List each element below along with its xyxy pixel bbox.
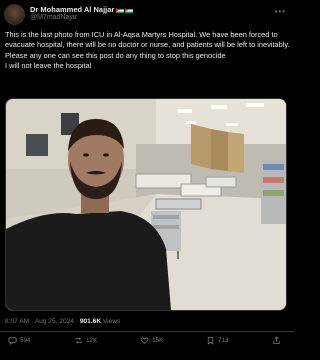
tweet-text: This is the last photo from ICU in Al-Aq… [5,30,290,70]
avatar[interactable] [4,3,25,25]
tweet-time[interactable]: 8:07 AM [5,318,29,325]
divider [0,331,294,332]
reply-icon [8,337,17,345]
share-button[interactable] [272,336,281,345]
bookmark-button[interactable]: 713 [206,336,229,345]
author-names: Dr Mohammed Al Najjar @M7madNajar [30,6,134,22]
share-icon [273,336,280,345]
repost-count: 12K [86,337,98,344]
tweet-card: Dr Mohammed Al Najjar @M7madNajar ••• Th… [0,0,294,360]
icu-photo-illustration [6,99,286,310]
author-display-name-text[interactable]: Dr Mohammed Al Najjar [30,6,114,14]
bookmark-count: 713 [218,337,229,344]
author-display-name[interactable]: Dr Mohammed Al Najjar [30,6,134,14]
more-options-icon[interactable]: ••• [275,7,286,16]
repost-icon [75,337,82,344]
tweet-date[interactable]: Aug 25, 2024 [35,318,74,325]
views-label: Views [102,318,121,325]
palestine-flag-icon [116,7,125,13]
palestine-flag-icon [125,7,134,13]
bookmark-icon [207,336,214,345]
like-button[interactable]: 15K [140,336,163,345]
flag-icons [116,7,134,13]
tweet-meta: 8:07 AM · Aug 25, 2024 · 901.6K Views [5,318,120,325]
author-handle[interactable]: @M7madNajar [30,14,133,22]
tweet-photo[interactable] [5,98,287,311]
heart-icon [140,337,149,345]
views-count: 901.6K [79,318,102,325]
reply-count: 594 [20,337,31,344]
tweet-header: Dr Mohammed Al Najjar @M7madNajar [4,3,134,25]
repost-button[interactable]: 12K [74,336,97,345]
reply-button[interactable]: 594 [8,336,31,345]
like-count: 15K [152,337,164,344]
action-bar: 594 12K 15K 713 [0,336,294,352]
